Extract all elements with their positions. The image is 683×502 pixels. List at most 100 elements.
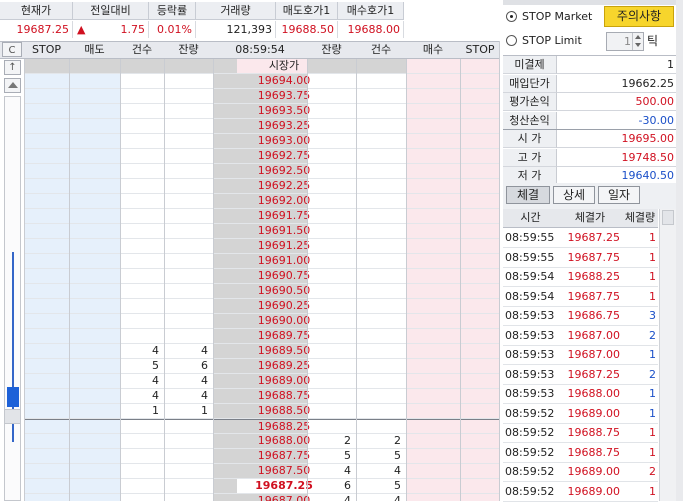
trades-scrollbar[interactable] [659,209,676,501]
position-label: 미결제 [503,56,557,74]
ohlc-label: 고 가 [503,148,557,167]
order-book-row: 19694.00 [24,74,500,89]
trade-row: 08:59:52 19689.00 1 [503,483,658,502]
ask-count: 4 [152,389,159,402]
price-level[interactable]: 19693.75 [237,89,331,103]
scroll-up-button[interactable]: ↑ [4,60,21,75]
ask-qty: 4 [201,389,208,402]
trade-row: 08:59:53 19687.25 2 [503,366,658,385]
price-level[interactable]: 19693.00 [237,134,331,148]
bid-qty: 5 [344,449,351,462]
tab-trades[interactable]: 체결 [506,186,550,204]
price-level[interactable]: 19690.25 [237,299,331,313]
price-level[interactable]: 19689.75 [237,329,331,343]
stepper-down-icon[interactable] [635,43,641,47]
position-label: 청산손익 [503,111,557,130]
trade-price: 19688.75 [567,426,621,439]
position-marker[interactable] [7,387,19,407]
price-level[interactable]: 19688.50 [237,404,331,418]
trade-time: 08:59:52 [505,484,555,498]
price-level[interactable]: 19689.00 [237,374,331,388]
price-level[interactable]: 19692.50 [237,164,331,178]
quote-header-bid1: 매수호가1 [338,2,404,20]
header-bid-count: 건수 [370,43,392,56]
position-track[interactable] [4,96,21,501]
order-book-row: 19693.75 [24,89,500,104]
tick-label: 틱 [647,34,659,48]
trades-header: 시간 체결가 체결량 [503,209,658,228]
header-ask-qty: 잔량 [178,43,199,56]
stepper-up-icon[interactable] [635,35,641,39]
stop-limit-label: STOP Limit [522,34,582,47]
position-value: -30.00 [557,111,677,130]
trade-qty: 1 [649,289,656,303]
price-level[interactable]: 19690.50 [237,284,331,298]
trade-price: 19686.75 [567,309,621,322]
tick-value[interactable]: 1 [624,33,631,50]
trade-row: 08:59:52 19689.00 1 [503,405,658,424]
ask-count: 4 [152,374,159,387]
trade-row: 08:59:53 19688.00 1 [503,385,658,404]
price-level[interactable]: 19691.50 [237,224,331,238]
change-amount: 1.75 [120,23,146,36]
price-level[interactable]: 19690.75 [237,269,331,283]
trade-time: 08:59:55 [505,250,555,264]
order-book-row: 19687.25 6 5 [24,479,500,494]
price-level[interactable]: 19692.25 [237,179,331,193]
price-level[interactable]: 19692.75 [237,149,331,163]
price-level[interactable]: 19691.25 [237,239,331,253]
ask-count: 1 [152,404,159,417]
order-book-row: 19690.50 [24,284,500,299]
trade-row: 08:59:55 19687.75 1 [503,249,658,268]
trade-price: 19688.25 [567,270,621,283]
tab-daily[interactable]: 일자 [598,186,640,204]
header-ask-count: 건수 [131,43,153,56]
header-sell-stop: STOP [32,43,61,56]
price-level[interactable]: 19693.50 [237,104,331,118]
market-price-row: 시장가 [24,59,500,74]
quote-header-current: 현재가 [0,2,73,20]
order-book-row: 19688.00 2 2 [24,434,500,449]
trade-price: 19687.00 [567,348,621,361]
trade-qty: 1 [649,250,656,264]
price-level[interactable]: 19691.00 [237,254,331,268]
current-price: 19687.25 [0,21,73,38]
order-book-row: 19691.75 [24,209,500,224]
price-level[interactable]: 19694.00 [237,74,331,88]
trade-time: 08:59:54 [505,270,555,283]
collapse-button[interactable] [4,78,21,93]
bid1-value: 19688.00 [338,21,404,38]
radio-empty-icon [506,35,517,46]
scroll-up-arrow-icon[interactable] [662,210,674,225]
order-book-row: 4 4 19688.75 [24,389,500,404]
change-value: ▲ 1.75 [73,21,149,38]
trade-row: 08:59:55 19687.25 1 [503,229,658,248]
price-level[interactable]: 19689.50 [237,344,331,358]
price-level[interactable]: 19690.00 [237,314,331,328]
tick-stepper[interactable]: 1 [606,32,644,51]
order-book-row: 19691.25 [24,239,500,254]
price-level[interactable]: 19689.25 [237,359,331,373]
trade-time: 08:59:53 [505,348,555,361]
trades-header-price: 체결가 [574,211,606,224]
price-level[interactable]: 19693.25 [237,119,331,133]
cancel-all-button[interactable]: C [2,42,22,57]
price-level[interactable]: 19688.75 [237,389,331,403]
order-book-row: 19690.25 [24,299,500,314]
price-level[interactable]: 19692.00 [237,194,331,208]
price-level[interactable]: 19688.25 [237,420,331,434]
position-value: 500.00 [557,93,677,111]
trade-time: 08:59:53 [505,328,555,342]
trade-qty: 1 [649,387,656,400]
order-book-row: 4 4 19689.50 [24,344,500,359]
trade-time: 08:59:52 [505,406,555,420]
order-book-row: 19691.50 [24,224,500,239]
ask-qty: 4 [201,344,208,357]
tab-detail[interactable]: 상세 [553,186,595,204]
position-handle[interactable] [4,409,21,424]
trade-qty: 1 [649,348,656,361]
price-level[interactable]: 19691.75 [237,209,331,223]
caution-button[interactable]: 주의사항 [604,6,674,27]
trade-price: 19687.25 [567,367,621,381]
trade-qty: 1 [649,426,656,439]
